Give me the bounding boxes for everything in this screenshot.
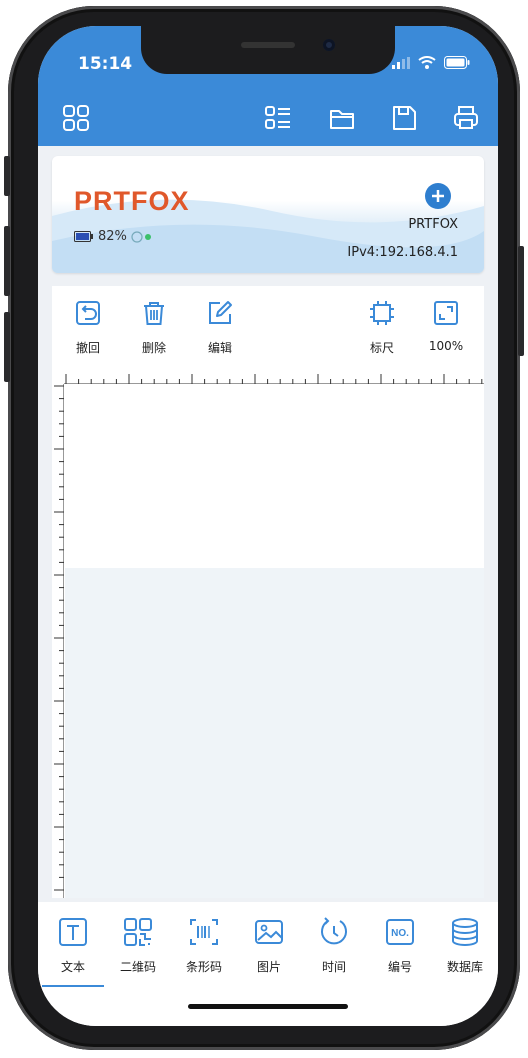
vertical-ruler xyxy=(54,384,64,898)
save-icon[interactable] xyxy=(390,104,418,132)
tab-barcode[interactable]: 条形码 xyxy=(174,916,234,975)
horizontal-ruler xyxy=(64,374,484,384)
folder-icon[interactable] xyxy=(328,104,356,132)
tab-image-label: 图片 xyxy=(256,960,281,974)
volume-up-button xyxy=(4,226,10,296)
power-button xyxy=(518,246,524,356)
app-screen: 15:14 PRTFOX 82% PRTFOX IPv4:192.168.4.1… xyxy=(38,26,498,1026)
edit-icon xyxy=(209,301,232,324)
tab-qrcode-label: 二维码 xyxy=(119,960,156,974)
undo-icon xyxy=(76,301,100,325)
ruler-label: 标尺 xyxy=(369,341,394,355)
ruler-button[interactable]: 标尺 xyxy=(352,300,412,356)
connection-status-icon xyxy=(131,230,151,243)
barcode-icon xyxy=(190,919,218,945)
zoom-label: 100% xyxy=(428,339,464,353)
plus-icon xyxy=(432,190,444,202)
signal-icon xyxy=(392,56,410,69)
text-icon xyxy=(59,918,87,946)
battery-status-icon xyxy=(444,56,470,69)
tab-number-label: 编号 xyxy=(387,960,412,974)
volume-down-button xyxy=(4,312,10,382)
tab-number[interactable]: NO. 编号 xyxy=(370,916,430,975)
print-icon[interactable] xyxy=(452,104,480,132)
edit-label: 编辑 xyxy=(207,341,232,355)
tab-image[interactable]: 图片 xyxy=(239,916,299,975)
list-view-icon[interactable] xyxy=(264,104,292,132)
canvas-workspace[interactable] xyxy=(65,568,484,898)
grid-menu-icon[interactable] xyxy=(62,104,90,132)
tab-text-label: 文本 xyxy=(60,960,85,974)
device-card[interactable]: PRTFOX 82% PRTFOX IPv4:192.168.4.1 xyxy=(52,156,484,273)
number-icon: NO. xyxy=(386,919,414,945)
database-icon xyxy=(452,918,478,946)
label-canvas[interactable] xyxy=(65,385,484,568)
trash-icon xyxy=(144,302,164,325)
undo-label: 撤回 xyxy=(75,341,100,355)
ruler-icon xyxy=(370,301,394,325)
wifi-icon xyxy=(418,56,436,69)
notch xyxy=(141,26,395,74)
undo-button[interactable]: 撤回 xyxy=(58,300,118,356)
tab-database-label: 数据库 xyxy=(446,960,483,974)
add-device-button[interactable] xyxy=(425,183,451,209)
clock-icon xyxy=(321,917,347,945)
tab-database[interactable]: 数据库 xyxy=(435,916,495,975)
home-indicator[interactable] xyxy=(188,1004,348,1009)
label-editor: 撤回 删除 编辑 标尺 100% xyxy=(52,286,484,898)
status-time: 15:14 xyxy=(78,54,133,74)
image-icon xyxy=(255,920,283,944)
device-ip: IPv4:192.168.4.1 xyxy=(347,245,458,260)
tab-qrcode[interactable]: 二维码 xyxy=(108,916,168,975)
svg-text:NO.: NO. xyxy=(391,928,409,939)
tab-time-label: 时间 xyxy=(321,960,346,974)
speaker xyxy=(241,42,295,48)
tab-text[interactable]: 文本 xyxy=(43,916,103,975)
delete-button[interactable]: 删除 xyxy=(124,300,184,356)
tab-time[interactable]: 时间 xyxy=(304,916,364,975)
qrcode-icon xyxy=(124,918,152,946)
mute-switch xyxy=(4,156,10,196)
tab-barcode-label: 条形码 xyxy=(185,960,222,974)
battery-icon xyxy=(74,231,93,242)
edit-button[interactable]: 编辑 xyxy=(190,300,250,356)
prtfox-logo: PRTFOX xyxy=(74,186,190,216)
front-camera xyxy=(323,39,335,51)
battery-percent: 82% xyxy=(98,229,127,244)
active-tab-indicator xyxy=(42,985,104,987)
zoom-button[interactable]: 100% xyxy=(416,300,476,353)
battery-row: 82% xyxy=(74,229,155,244)
delete-label: 删除 xyxy=(141,341,166,355)
status-icons xyxy=(392,56,470,69)
zoom-fit-icon xyxy=(434,301,458,325)
device-name: PRTFOX xyxy=(408,217,458,232)
